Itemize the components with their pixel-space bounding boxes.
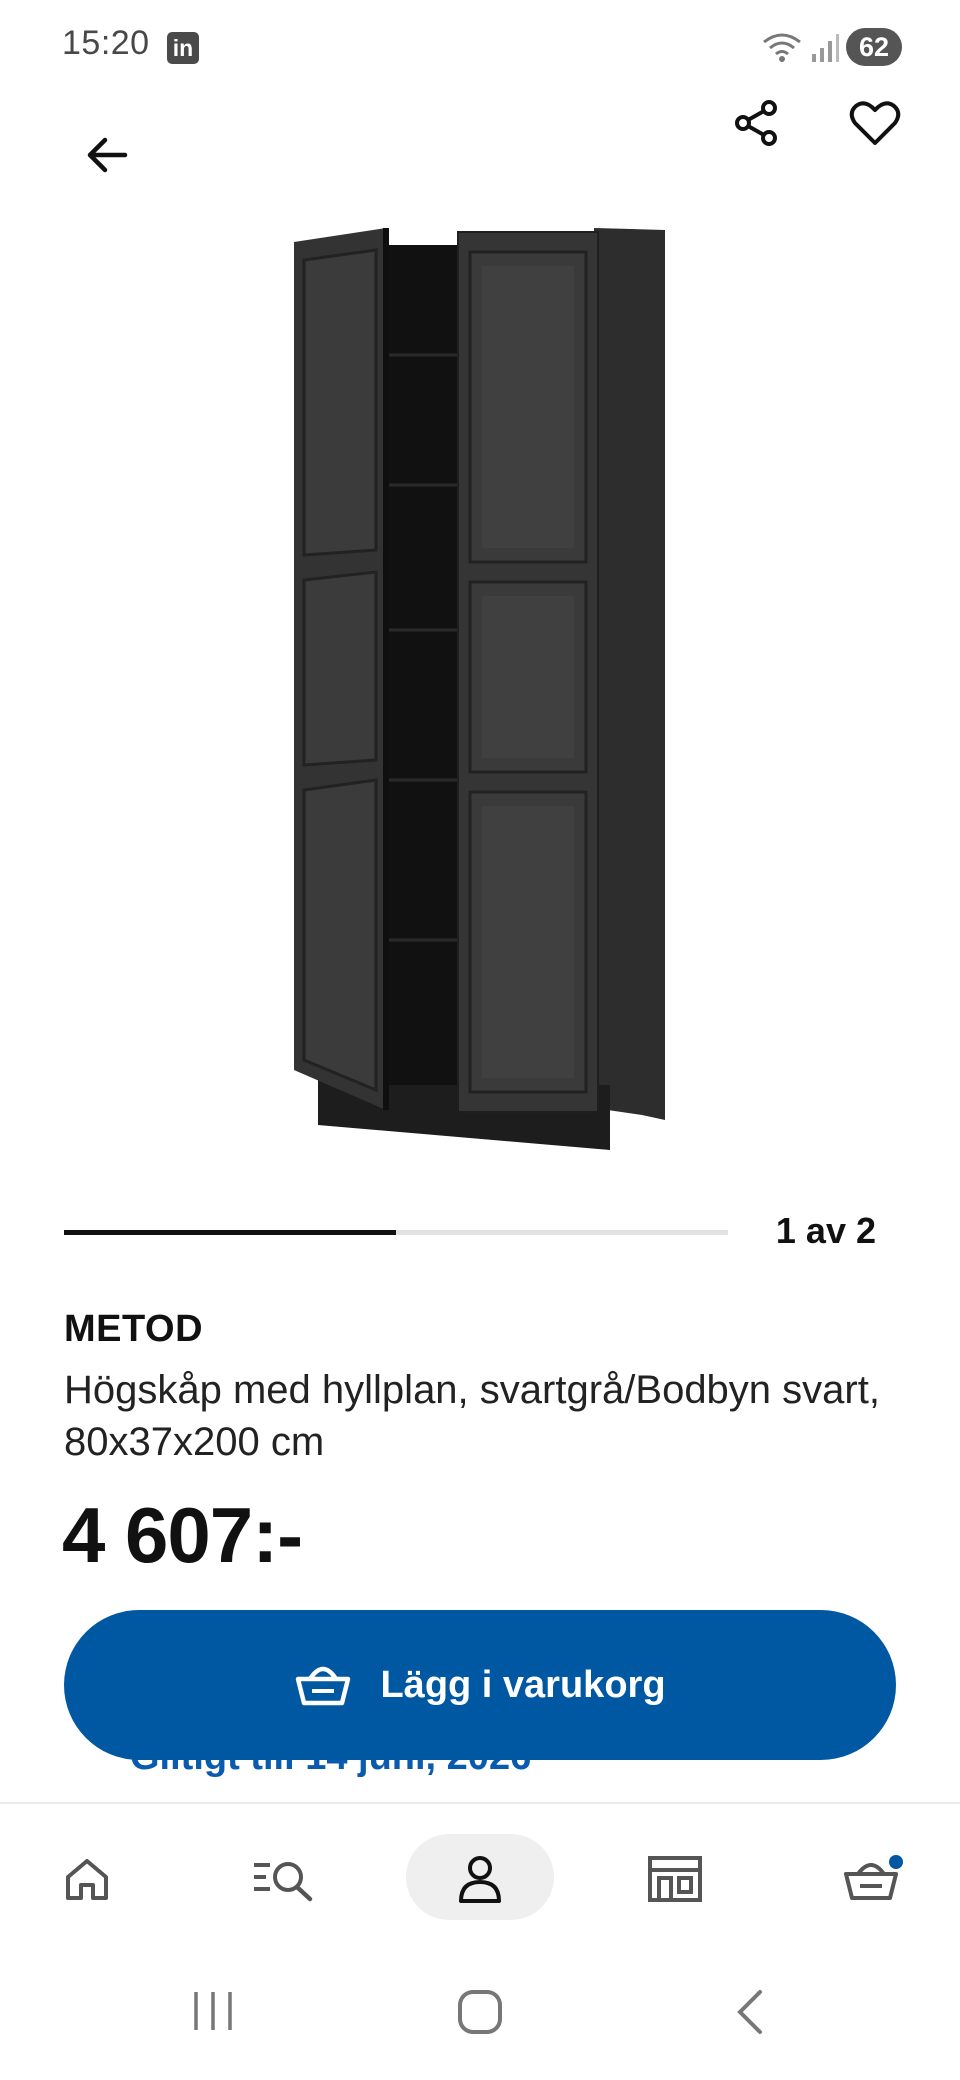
signal-icon (812, 34, 839, 62)
cart-badge (889, 1855, 903, 1869)
back-system-icon[interactable] (730, 1988, 770, 2036)
share-button[interactable] (722, 88, 792, 158)
person-icon (459, 1856, 501, 1903)
carousel-progress-track (64, 1230, 728, 1235)
status-time: 15:20 (62, 24, 150, 62)
nav-profile[interactable] (425, 1834, 535, 1924)
battery-indicator: 62 (846, 28, 902, 66)
carousel-progress-fill (64, 1230, 396, 1235)
nav-cart[interactable] (818, 1834, 928, 1924)
wishlist-button[interactable] (840, 88, 910, 158)
heart-icon (849, 101, 901, 145)
bottom-navigation (0, 1802, 960, 1964)
nav-stores[interactable] (620, 1834, 730, 1924)
share-icon (735, 100, 777, 146)
home-system-icon[interactable] (456, 1988, 504, 2036)
add-to-cart-button[interactable]: Lägg i varukorg (64, 1610, 896, 1760)
product-description: Högskåp med hyllplan, svartgrå/Bodbyn sv… (64, 1368, 880, 1464)
arrow-left-icon (87, 137, 128, 173)
carousel-counter: 1 av 2 (775, 1210, 876, 1251)
nav-search[interactable] (228, 1834, 338, 1924)
basket-icon (296, 1666, 351, 1706)
recent-apps-icon[interactable] (190, 1988, 236, 2034)
nav-home[interactable] (32, 1834, 142, 1924)
system-navigation (0, 1962, 960, 2080)
wifi-icon (763, 33, 801, 62)
home-icon (66, 1859, 108, 1900)
search-list-icon (254, 1862, 313, 1902)
store-icon (648, 1856, 702, 1902)
product-name: METOD (64, 1308, 204, 1350)
basket-icon (844, 1855, 903, 1900)
back-button[interactable] (72, 120, 142, 190)
product-price: 4 607:- (62, 1491, 303, 1579)
add-to-cart-label: Lägg i varukorg (380, 1663, 666, 1706)
product-image[interactable] (270, 220, 690, 1150)
linkedin-icon: in (167, 32, 199, 64)
